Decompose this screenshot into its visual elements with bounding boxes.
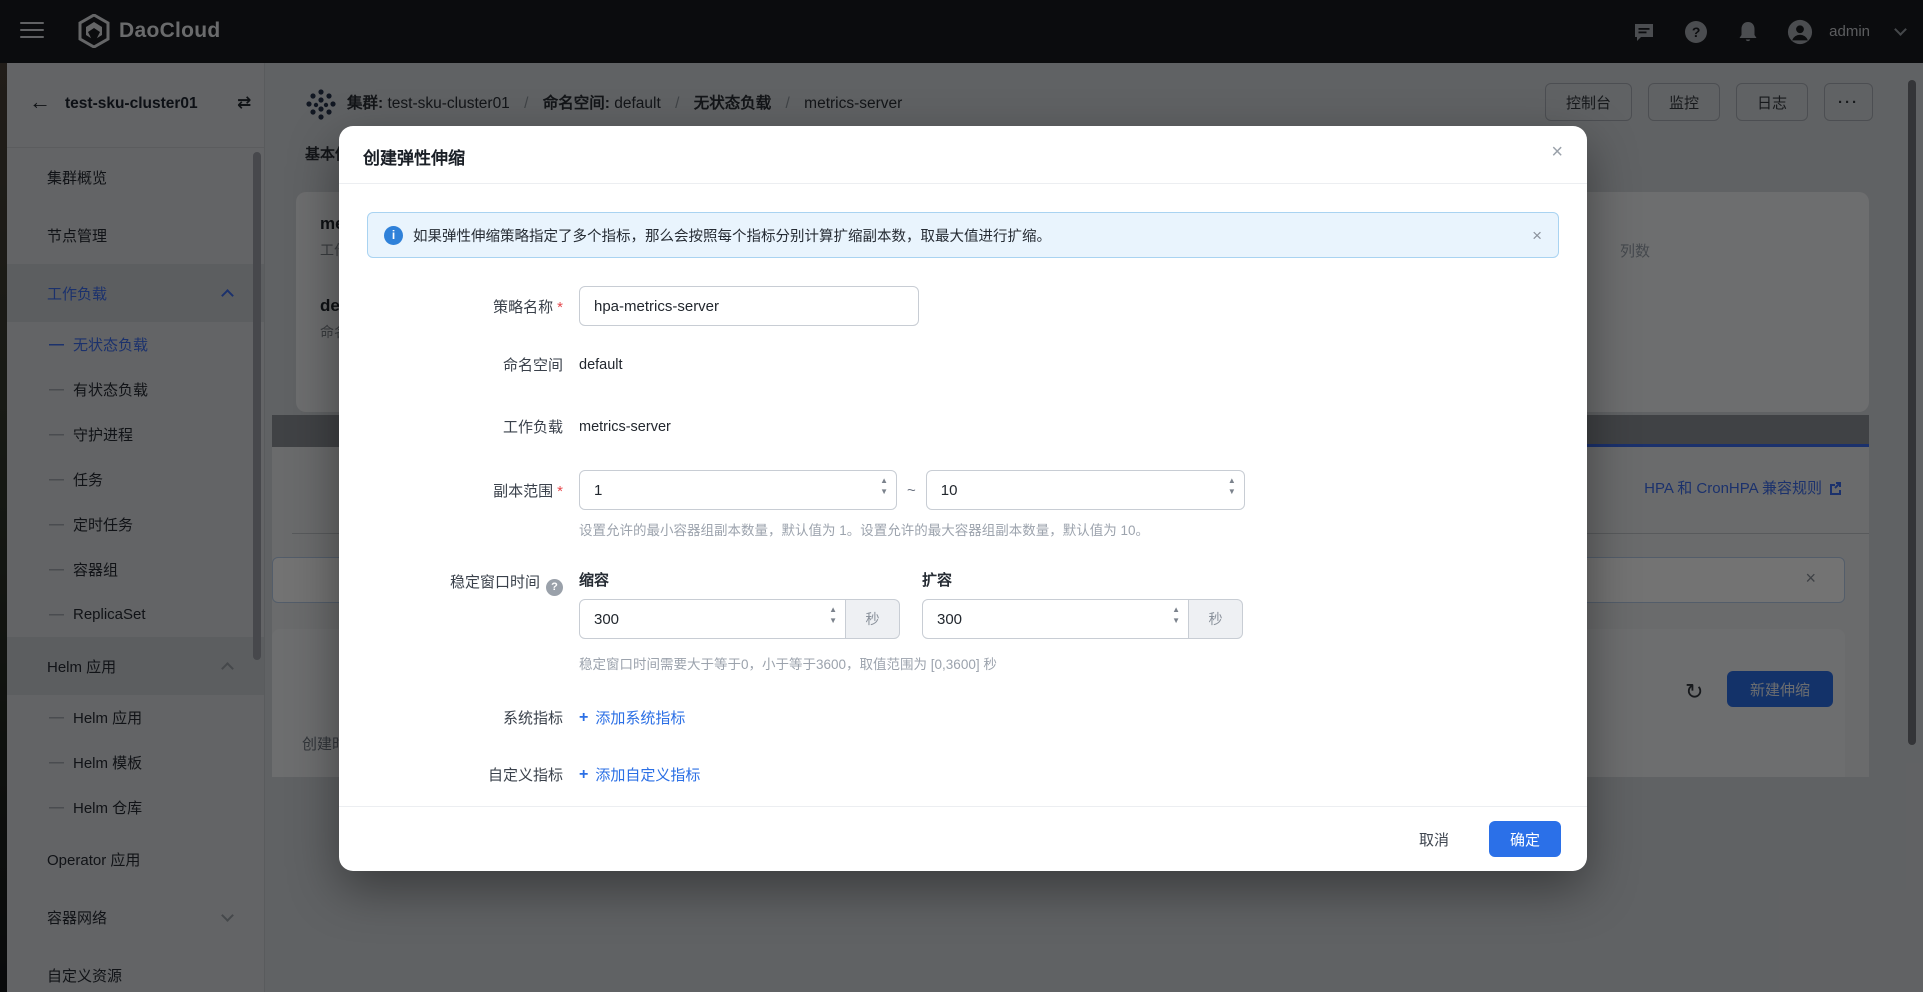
info-alert: i 如果弹性伸缩策略指定了多个指标，那么会按照每个指标分别计算扩缩副本数，取最大… bbox=[367, 212, 1559, 258]
add-custom-metric-link[interactable]: + 添加自定义指标 bbox=[579, 764, 700, 785]
scale-in-stepper[interactable]: ▲▼ bbox=[829, 606, 837, 625]
stable-window-label: 稳定窗口时间? bbox=[367, 571, 563, 596]
replica-range-label: 副本范围* bbox=[367, 480, 563, 501]
replica-min-stepper[interactable]: ▲▼ bbox=[880, 477, 888, 496]
help-tooltip-icon[interactable]: ? bbox=[546, 579, 563, 596]
replica-max-stepper[interactable]: ▲▼ bbox=[1228, 477, 1236, 496]
add-system-metric-link[interactable]: + 添加系统指标 bbox=[579, 707, 685, 728]
workload-value: metrics-server bbox=[579, 419, 671, 435]
system-metric-label: 系统指标 bbox=[367, 707, 563, 728]
modal-title: 创建弹性伸缩 bbox=[363, 144, 465, 169]
scale-out-unit: 秒 bbox=[1189, 599, 1243, 639]
scale-out-label: 扩容 bbox=[922, 569, 1243, 590]
info-alert-text: 如果弹性伸缩策略指定了多个指标，那么会按照每个指标分别计算扩缩副本数，取最大值进… bbox=[413, 225, 1532, 246]
scale-out-stepper[interactable]: ▲▼ bbox=[1172, 606, 1180, 625]
plus-icon: + bbox=[579, 709, 588, 727]
create-autoscaling-modal: 创建弹性伸缩 × i 如果弹性伸缩策略指定了多个指标，那么会按照每个指标分别计算… bbox=[339, 126, 1587, 871]
confirm-button[interactable]: 确定 bbox=[1489, 821, 1561, 857]
policy-name-input[interactable] bbox=[579, 286, 919, 326]
modal-close-icon[interactable]: × bbox=[1551, 142, 1563, 162]
alert-close-icon[interactable]: × bbox=[1532, 227, 1542, 244]
modal-footer: 取消 确定 bbox=[339, 806, 1587, 871]
application-window: DaoCloud ? admin ← test-sku-cluster01 ⇄ … bbox=[0, 0, 1923, 992]
scale-out-seconds-input[interactable] bbox=[922, 599, 1189, 639]
replica-range-helper: 设置允许的最小容器组副本数量，默认值为 1。设置允许的最大容器组副本数量，默认值… bbox=[579, 519, 1245, 539]
cancel-button[interactable]: 取消 bbox=[1407, 821, 1461, 858]
info-icon: i bbox=[384, 226, 403, 245]
scale-in-seconds-input[interactable] bbox=[579, 599, 846, 639]
modal-header: 创建弹性伸缩 × bbox=[339, 126, 1587, 184]
replica-max-input[interactable] bbox=[926, 470, 1245, 510]
stable-window-helper: 稳定窗口时间需要大于等于0，小于等于3600，取值范围为 [0,3600] 秒 bbox=[579, 653, 1243, 673]
range-tilde: ~ bbox=[907, 482, 916, 499]
scale-in-label: 缩容 bbox=[579, 569, 900, 590]
custom-metric-label: 自定义指标 bbox=[367, 764, 563, 785]
namespace-label: 命名空间 bbox=[367, 354, 563, 375]
plus-icon: + bbox=[579, 766, 588, 784]
workload-label: 工作负载 bbox=[367, 416, 563, 437]
policy-name-label: 策略名称* bbox=[367, 296, 563, 317]
namespace-value: default bbox=[579, 357, 623, 373]
scale-in-unit: 秒 bbox=[846, 599, 900, 639]
replica-min-input[interactable] bbox=[579, 470, 897, 510]
